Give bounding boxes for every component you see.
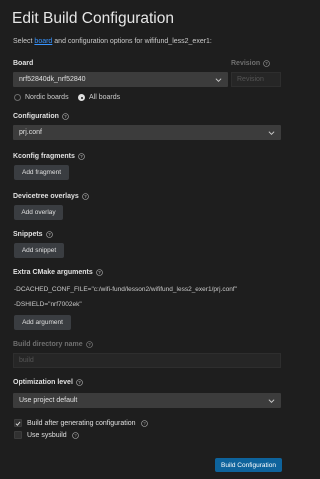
build-after-checkbox[interactable]: Build after generating configuration ? — [14, 419, 148, 427]
svg-text:?: ? — [78, 380, 81, 385]
cmake-argument[interactable]: -DSHIELD="nrf7002ek" — [14, 301, 82, 308]
help-icon[interactable]: ? — [76, 379, 83, 386]
radio-all-label: All boards — [89, 94, 121, 101]
configuration-select-value: prj.conf — [19, 129, 42, 136]
add-argument-button[interactable]: Add argument — [14, 315, 71, 330]
svg-text:?: ? — [98, 270, 101, 275]
kconfig-label-text: Kconfig fragments — [13, 153, 75, 160]
help-icon[interactable]: ? — [78, 153, 85, 160]
svg-text:?: ? — [265, 61, 268, 66]
revision-input: Revision — [231, 72, 281, 87]
board-select-value: nrf52840dk_nrf52840 — [19, 76, 86, 83]
chevron-down-icon — [268, 398, 275, 403]
subtitle-prefix: Select — [13, 38, 33, 45]
snippets-label: Snippets ? — [13, 231, 53, 238]
revision-label-text: Revision — [231, 60, 261, 67]
svg-text:?: ? — [143, 421, 146, 426]
optimization-select-value: Use project default — [19, 397, 78, 404]
board-link[interactable]: board — [34, 38, 52, 45]
board-label: Board — [13, 60, 33, 67]
build-configuration-button[interactable]: Build Configuration — [215, 458, 282, 472]
optimization-label: Optimization level ? — [13, 379, 83, 386]
optimization-label-text: Optimization level — [13, 379, 73, 386]
build-dir-placeholder: build — [19, 357, 34, 364]
svg-text:?: ? — [74, 433, 77, 438]
devicetree-label-text: Devicetree overlays — [13, 193, 79, 200]
svg-text:?: ? — [80, 154, 83, 159]
sysbuild-label: Use sysbuild — [27, 431, 67, 439]
svg-text:?: ? — [64, 114, 67, 119]
svg-text:?: ? — [48, 232, 51, 237]
build-dir-input: build — [13, 353, 281, 368]
checkbox-checked-icon — [14, 419, 22, 427]
devicetree-label: Devicetree overlays ? — [13, 193, 89, 200]
subtitle-suffix: and configuration options for wififund_l… — [54, 38, 212, 45]
kconfig-label: Kconfig fragments ? — [13, 153, 85, 160]
radio-all-boards[interactable]: All boards — [78, 94, 120, 101]
page-title: Edit Build Configuration — [12, 10, 174, 27]
radio-nordic-label: Nordic boards — [25, 94, 69, 101]
help-icon[interactable]: ? — [71, 431, 79, 439]
chevron-down-icon — [215, 77, 222, 82]
svg-text:?: ? — [84, 194, 87, 199]
radio-selected-icon — [78, 94, 85, 101]
help-icon[interactable]: ? — [45, 231, 53, 238]
revision-placeholder: Revision — [237, 76, 264, 83]
snippets-label-text: Snippets — [13, 231, 43, 238]
radio-unselected-icon — [14, 94, 21, 101]
build-dir-label-text: Build directory name — [13, 341, 83, 348]
add-overlay-button[interactable]: Add overlay — [14, 205, 63, 220]
help-icon[interactable]: ? — [95, 269, 103, 276]
optimization-select[interactable]: Use project default — [13, 393, 281, 408]
build-after-label: Build after generating configuration — [27, 419, 136, 427]
add-snippet-button[interactable]: Add snippet — [14, 243, 64, 258]
cmake-label: Extra CMake arguments ? — [13, 269, 103, 276]
cmake-label-text: Extra CMake arguments — [13, 269, 93, 276]
sysbuild-checkbox[interactable]: Use sysbuild ? — [14, 431, 79, 439]
cmake-argument[interactable]: -DCACHED_CONF_FILE="c:/wifi-fund/lesson2… — [14, 286, 237, 293]
svg-text:?: ? — [88, 342, 91, 347]
revision-label: Revision ? — [231, 60, 270, 67]
help-icon[interactable]: ? — [81, 193, 89, 200]
board-select[interactable]: nrf52840dk_nrf52840 — [13, 72, 228, 87]
help-icon[interactable]: ? — [140, 419, 148, 427]
build-dir-label: Build directory name ? — [13, 341, 93, 348]
help-icon[interactable]: ? — [62, 113, 69, 120]
page-subtitle: Select board and configuration options f… — [13, 38, 212, 45]
checkbox-unchecked-icon — [14, 431, 22, 439]
configuration-label-text: Configuration — [13, 113, 59, 120]
add-fragment-button[interactable]: Add fragment — [14, 165, 69, 180]
help-icon[interactable]: ? — [85, 341, 93, 348]
configuration-label: Configuration ? — [13, 113, 69, 120]
chevron-down-icon — [268, 130, 275, 135]
configuration-select[interactable]: prj.conf — [13, 125, 281, 140]
radio-nordic-boards[interactable]: Nordic boards — [14, 94, 69, 101]
board-label-text: Board — [13, 60, 34, 67]
help-icon[interactable]: ? — [263, 60, 270, 67]
